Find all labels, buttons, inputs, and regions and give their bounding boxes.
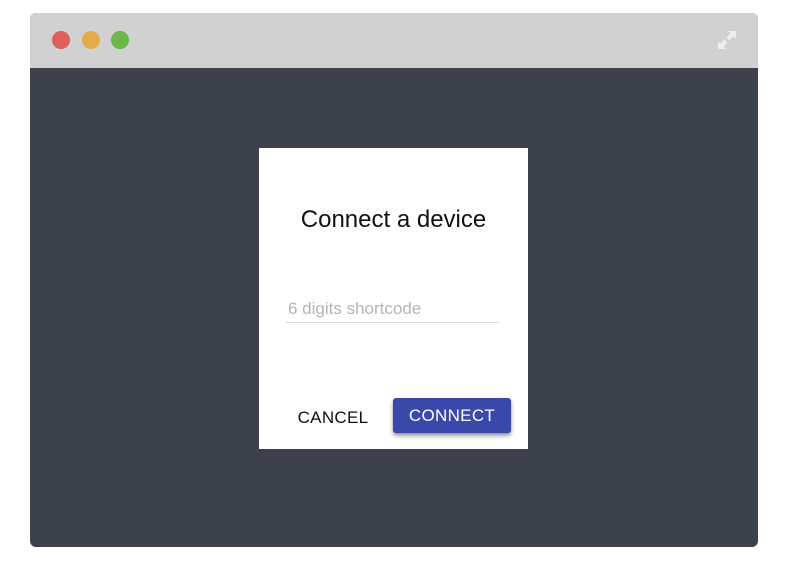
window-titlebar	[30, 13, 758, 68]
shortcode-input[interactable]	[286, 295, 499, 323]
app-content: Connect a device CANCEL CONNECT	[30, 68, 758, 547]
minimize-window-button[interactable]	[82, 31, 100, 49]
cancel-button[interactable]: CANCEL	[288, 402, 378, 434]
expand-arrows-icon[interactable]	[714, 27, 740, 53]
dialog-title: Connect a device	[300, 206, 487, 233]
connect-device-dialog: Connect a device CANCEL CONNECT	[259, 148, 528, 449]
app-window: Connect a device CANCEL CONNECT	[30, 13, 758, 547]
close-window-button[interactable]	[52, 31, 70, 49]
maximize-window-button[interactable]	[111, 31, 129, 49]
connect-button[interactable]: CONNECT	[393, 398, 511, 433]
